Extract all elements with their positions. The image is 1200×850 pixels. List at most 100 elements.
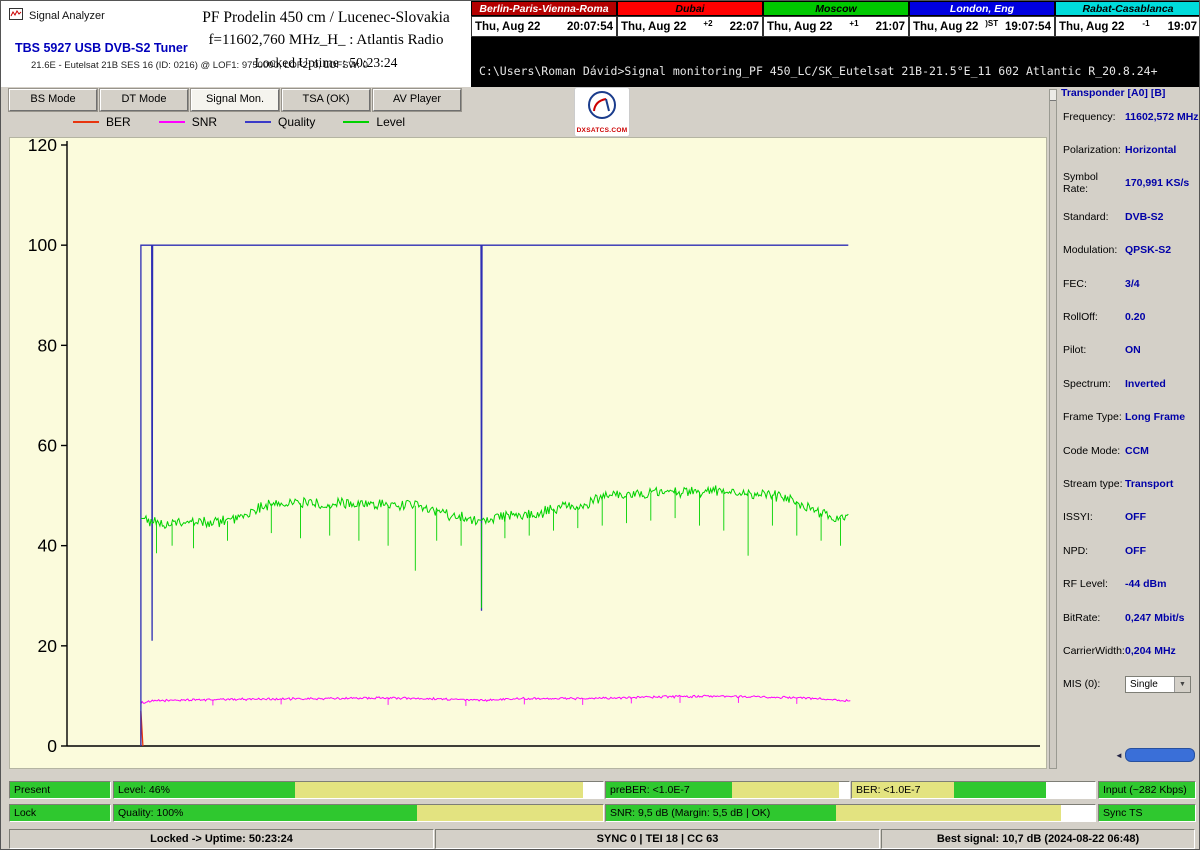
indicator-sync-ts: Sync TS: [1098, 804, 1196, 822]
field-bitrate: BitRate:0,247 Mbit/s: [1059, 601, 1200, 634]
indicator-label: SNR: 9,5 dB (Margin: 5,5 dB | OK): [610, 805, 770, 821]
field-value: 0,204 MHz: [1125, 645, 1176, 657]
bar-segment: [732, 782, 839, 798]
statusbar-locked-uptime: Locked -> Uptime: 50:23:24: [9, 829, 434, 849]
indicator-lock: Lock: [9, 804, 111, 822]
legend-swatch-quality: [245, 121, 271, 124]
clock-time-value: 22:07: [730, 21, 759, 33]
dxsatcs-logo: DXSATCS.COM: [574, 87, 630, 137]
clock-time-value: 19:07: [1168, 21, 1197, 33]
indicator-quality: Quality: 100%: [113, 804, 604, 822]
chart-vscrollbar-thumb[interactable]: [1050, 90, 1056, 101]
indicator-label: Quality: 100%: [118, 805, 183, 821]
tuner-name: TBS 5927 USB DVB-S2 Tuner: [15, 41, 188, 55]
clock-dubai: DubaiThu, Aug 22+222:07: [617, 1, 763, 39]
field-value: ON: [1125, 344, 1141, 356]
clock-city-label: Dubai: [617, 1, 763, 16]
transponder-title: Transponder [A0] [B]: [1059, 89, 1200, 100]
tab-tsa-ok[interactable]: TSA (OK): [282, 89, 370, 111]
clock-berlin-paris-vienna-roma: Berlin-Paris-Vienna-RomaThu, Aug 2220:07…: [471, 1, 617, 39]
field-carrierwidth: CarrierWidth:0,204 MHz: [1059, 634, 1200, 667]
clock-datetime: Thu, Aug 22-119:07: [1055, 16, 1200, 37]
bar-segment: [836, 805, 1061, 821]
tab-av-player[interactable]: AV Player: [373, 89, 461, 111]
svg-text:0: 0: [47, 736, 57, 756]
panel-hscrollbar-thumb[interactable]: [1125, 748, 1195, 762]
field-label: RF Level:: [1063, 578, 1125, 590]
transponder-panel: Transponder [A0] [B] Frequency:11602,572…: [1059, 89, 1200, 773]
mis-select[interactable]: Single▼: [1125, 676, 1191, 693]
app-title-row: Signal Analyzer: [9, 7, 105, 24]
dxsatcs-logo-text: DXSATCS.COM: [575, 127, 629, 134]
transponder-rows: Frequency:11602,572 MHzPolarization:Hori…: [1059, 100, 1200, 701]
bar-segment: [1046, 782, 1095, 798]
field-label: Pilot:: [1063, 344, 1125, 356]
antenna-site-title: PF Prodelin 450 cm / Lucenec-Slovakia: [171, 9, 481, 27]
field-issyi: ISSYI:OFF: [1059, 501, 1200, 534]
field-label: Spectrum:: [1063, 378, 1125, 390]
legend-label: Quality: [278, 115, 315, 129]
world-clock-panel: Berlin-Paris-Vienna-RomaThu, Aug 2220:07…: [471, 1, 1200, 87]
clock-time-value: 21:07: [876, 21, 905, 33]
console-command-line: C:\Users\Roman Dávid>Signal monitoring_P…: [479, 64, 1195, 78]
bar-segment: [954, 782, 1046, 798]
signal-chart: 020406080100120: [9, 137, 1047, 769]
bar-segment: [295, 782, 584, 798]
indicator-label: Sync TS: [1103, 805, 1143, 821]
field-rolloff: RollOff:0.20: [1059, 300, 1200, 333]
indicator-label: Level: 46%: [118, 782, 170, 798]
field-label: MIS (0):: [1063, 678, 1125, 690]
indicator-label: Lock: [14, 805, 36, 821]
svg-text:60: 60: [38, 436, 58, 456]
clock-moscow: MoscowThu, Aug 22+121:07: [763, 1, 909, 39]
clock-city-label: Berlin-Paris-Vienna-Roma: [471, 1, 617, 16]
clock-utc-offset: )ST: [985, 19, 998, 28]
bar-segment: [583, 782, 603, 798]
indicator-label: Input (~282 Kbps): [1103, 782, 1187, 798]
field-label: Code Mode:: [1063, 445, 1125, 457]
chart-legend: BER SNR Quality Level: [73, 115, 405, 129]
legend-item-ber: BER: [73, 115, 131, 129]
field-rf-level: RF Level:-44 dBm: [1059, 567, 1200, 600]
tab-dt-mode[interactable]: DT Mode: [100, 89, 188, 111]
field-frequency: Frequency:11602,572 MHz: [1059, 100, 1200, 133]
legend-swatch-ber: [73, 121, 99, 124]
legend-label: Level: [376, 115, 405, 129]
clock-city-label: Moscow: [763, 1, 909, 16]
field-pilot: Pilot:ON: [1059, 334, 1200, 367]
field-stream-type: Stream type:Transport: [1059, 467, 1200, 500]
bar-segment: [839, 782, 849, 798]
svg-text:20: 20: [38, 636, 58, 656]
field-code-mode: Code Mode:CCM: [1059, 434, 1200, 467]
panel-hscrollbar[interactable]: ◄: [1115, 748, 1195, 762]
field-mis-0: MIS (0):Single▼: [1059, 668, 1200, 701]
mode-tabs: BS ModeDT ModeSignal Mon.TSA (OK)AV Play…: [9, 89, 461, 111]
clock-utc-offset: +1: [849, 19, 858, 28]
field-value: OFF: [1125, 511, 1146, 523]
field-label: Stream type:: [1063, 478, 1125, 490]
signal-analyzer-window: Signal Analyzer TBS 5927 USB DVB-S2 Tune…: [0, 0, 1200, 850]
frequency-title: f=11602,760 MHz_H_ : Atlantis Radio: [171, 32, 481, 49]
indicator-snr: SNR: 9,5 dB (Margin: 5,5 dB | OK): [605, 804, 1096, 822]
indicator-present: Present: [9, 781, 111, 799]
signal-chart-svg: 020406080100120: [10, 138, 1046, 768]
field-label: FEC:: [1063, 278, 1125, 290]
tab-bs-mode[interactable]: BS Mode: [9, 89, 97, 111]
field-value: 3/4: [1125, 278, 1140, 290]
field-symbol-rate: Symbol Rate:170,991 KS/s: [1059, 167, 1200, 200]
clock-datetime: Thu, Aug 2220:07:54: [471, 16, 617, 37]
indicator-label: preBER: <1.0E-7: [610, 782, 690, 798]
legend-label: SNR: [192, 115, 217, 129]
field-label: Frequency:: [1063, 111, 1125, 123]
clock-datetime: Thu, Aug 22)ST19:07:54: [909, 16, 1055, 37]
field-label: BitRate:: [1063, 612, 1125, 624]
chevron-down-icon[interactable]: ▼: [1174, 677, 1190, 692]
clock-date: Thu, Aug 22: [913, 21, 978, 33]
field-value: Long Frame: [1125, 411, 1185, 423]
tab-signal-mon[interactable]: Signal Mon.: [191, 89, 279, 111]
clock-datetime: Thu, Aug 22+222:07: [617, 16, 763, 37]
signal-analyzer-icon: [9, 7, 23, 24]
indicator-ber: BER: <1.0E-7: [851, 781, 1096, 799]
chart-vscrollbar[interactable]: [1049, 89, 1057, 769]
scroll-left-icon[interactable]: ◄: [1115, 751, 1123, 760]
